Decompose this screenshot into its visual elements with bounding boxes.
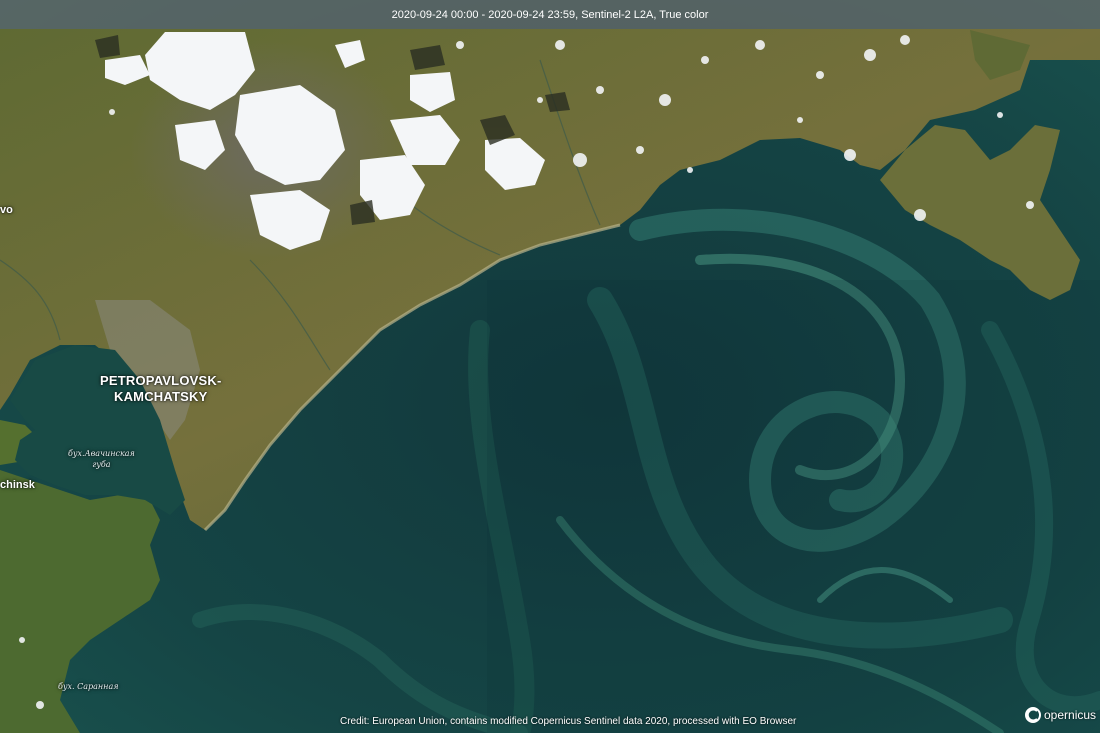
- city-label: PETROPAVLOVSK- KAMCHATSKY: [100, 373, 222, 405]
- copernicus-logo: opernicus: [1024, 706, 1096, 724]
- copernicus-logo-text: opernicus: [1044, 708, 1097, 722]
- copernicus-icon: [1025, 707, 1041, 723]
- city-label-line2: KAMCHATSKY: [114, 389, 208, 404]
- satellite-image: [0, 0, 1100, 733]
- bay-label-sarannaya: бух. Саранная: [58, 682, 119, 691]
- town-label-cut-left: chinsk: [0, 479, 35, 491]
- map-viewport[interactable]: 2020-09-24 00:00 - 2020-09-24 23:59, Sen…: [0, 0, 1100, 733]
- bay-label-avacha-line1: бух.Авачинская: [68, 449, 135, 458]
- bay-label-avacha-line2: губа: [92, 460, 111, 469]
- town-label-cut-top: vo: [0, 204, 13, 216]
- image-info-bar: 2020-09-24 00:00 - 2020-09-24 23:59, Sen…: [0, 0, 1100, 29]
- city-label-line1: PETROPAVLOVSK-: [100, 373, 222, 388]
- credit-text: Credit: European Union, contains modifie…: [340, 716, 797, 727]
- bay-label-avacha: бух.Авачинская губа: [68, 448, 135, 470]
- image-info-text: 2020-09-24 00:00 - 2020-09-24 23:59, Sen…: [391, 8, 709, 21]
